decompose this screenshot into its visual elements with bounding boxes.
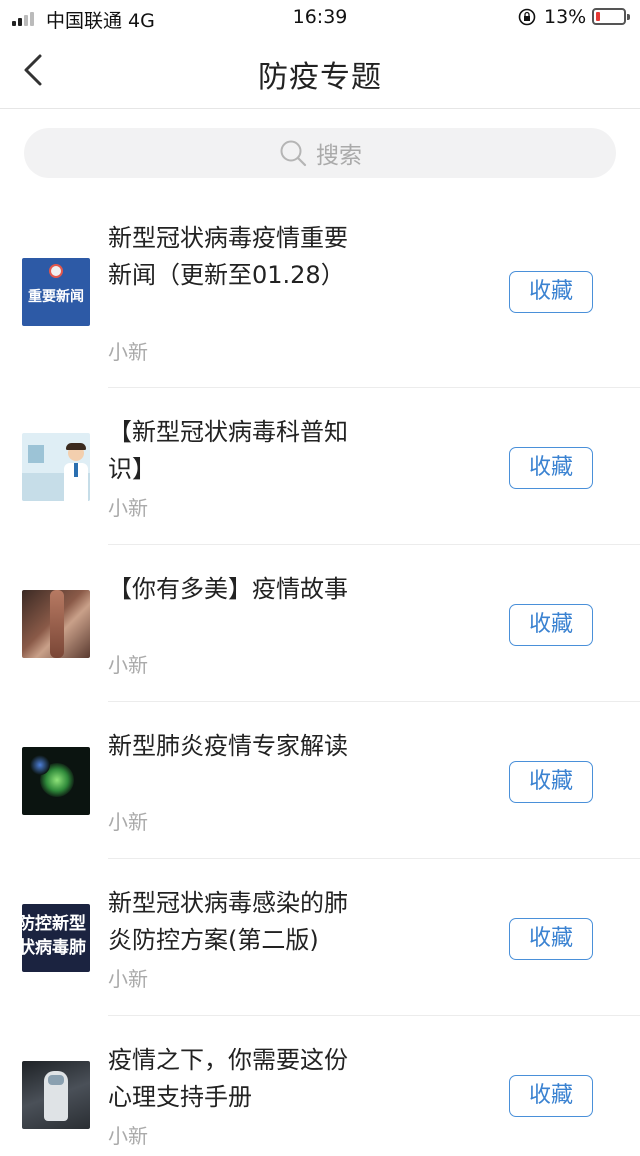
favorite-button[interactable]: 收藏 <box>509 271 593 313</box>
article-source: 小新 <box>108 1124 148 1148</box>
list-item[interactable]: 重要新闻 新型冠状病毒疫情重要新闻（更新至01.28） 小新 收藏 <box>0 200 640 388</box>
thumbnail-caption: 重要新闻 <box>28 289 84 305</box>
favorite-button[interactable]: 收藏 <box>509 761 593 803</box>
page-title: 防疫专题 <box>258 60 382 95</box>
search-placeholder: 搜索 <box>316 143 362 169</box>
article-thumbnail <box>22 590 90 658</box>
article-thumbnail <box>22 747 90 815</box>
favorite-button[interactable]: 收藏 <box>509 604 593 646</box>
favorite-button[interactable]: 收藏 <box>509 918 593 960</box>
article-thumbnail <box>22 433 90 501</box>
status-bar: 中国联通 4G 16:39 13% <box>0 0 640 34</box>
article-source: 小新 <box>108 340 148 364</box>
list-item[interactable]: 【你有多美】疫情故事 小新 收藏 <box>0 545 640 702</box>
article-title[interactable]: 【新型冠状病毒科普知识】 <box>108 414 358 488</box>
article-thumbnail: 防控新型 状病毒肺 <box>22 904 90 972</box>
search-icon <box>280 140 307 167</box>
article-source: 小新 <box>108 653 148 677</box>
thumbnail-caption: 防控新型 状病毒肺 <box>22 914 86 958</box>
battery-percent: 13% <box>544 6 587 28</box>
orientation-lock-icon <box>518 8 536 26</box>
article-source: 小新 <box>108 967 148 991</box>
article-title[interactable]: 新型冠状病毒疫情重要新闻（更新至01.28） <box>108 220 358 294</box>
article-source: 小新 <box>108 810 148 834</box>
list-item[interactable]: 疫情之下，你需要这份心理支持手册 小新 收藏 <box>0 1016 640 1156</box>
search-input[interactable]: 搜索 <box>24 128 616 178</box>
article-title[interactable]: 新型冠状病毒感染的肺炎防控方案(第二版) <box>108 885 358 959</box>
article-title[interactable]: 【你有多美】疫情故事 <box>108 571 358 608</box>
article-thumbnail: 重要新闻 <box>22 258 90 326</box>
list-item[interactable]: 【新型冠状病毒科普知识】 小新 收藏 <box>0 388 640 545</box>
article-title[interactable]: 疫情之下，你需要这份心理支持手册 <box>108 1042 358 1116</box>
article-source: 小新 <box>108 496 148 520</box>
favorite-button[interactable]: 收藏 <box>509 1075 593 1117</box>
battery-icon <box>592 8 630 25</box>
article-title[interactable]: 新型肺炎疫情专家解读 <box>108 728 358 765</box>
favorite-button[interactable]: 收藏 <box>509 447 593 489</box>
navigation-bar: 防疫专题 <box>0 34 640 109</box>
article-thumbnail <box>22 1061 90 1129</box>
list-item[interactable]: 防控新型 状病毒肺 新型冠状病毒感染的肺炎防控方案(第二版) 小新 收藏 <box>0 859 640 1016</box>
list-item[interactable]: 新型肺炎疫情专家解读 小新 收藏 <box>0 702 640 859</box>
